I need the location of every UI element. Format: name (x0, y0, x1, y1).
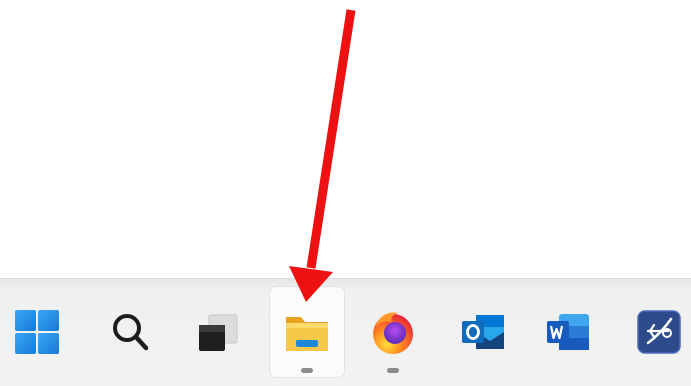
pinned-app-button[interactable] (622, 287, 691, 377)
task-view-button[interactable] (181, 287, 255, 377)
firefox-icon (373, 312, 413, 354)
running-indicator (301, 368, 313, 373)
windows-start-icon (15, 310, 59, 354)
start-button[interactable] (0, 287, 74, 377)
firefox-button[interactable] (356, 287, 430, 377)
task-view-icon (199, 314, 238, 351)
search-button[interactable] (93, 287, 167, 377)
running-indicator (387, 368, 399, 373)
outlook-icon (462, 315, 504, 349)
folder-icon (286, 317, 328, 351)
word-button[interactable] (531, 287, 605, 377)
search-icon (113, 314, 149, 351)
desktop-content-area (0, 0, 691, 278)
outlook-button[interactable] (446, 287, 520, 377)
taskbar (0, 278, 691, 386)
file-explorer-button[interactable] (270, 287, 344, 377)
compass-app-icon (637, 310, 681, 354)
word-icon (547, 314, 589, 350)
